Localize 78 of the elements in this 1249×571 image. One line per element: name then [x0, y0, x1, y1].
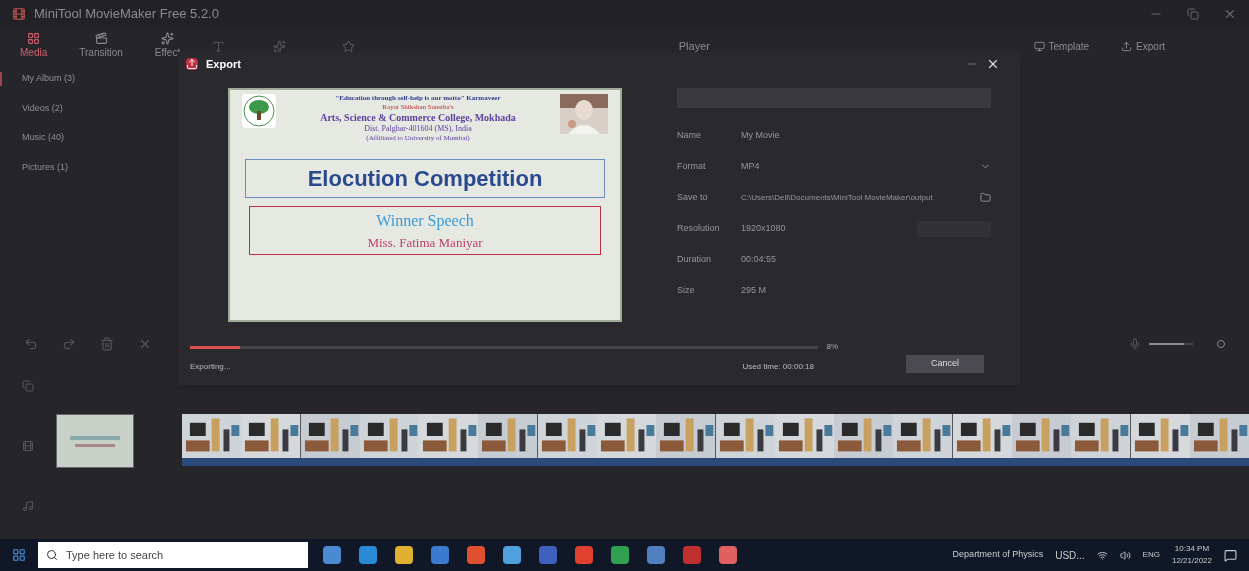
taskbar-app-icon[interactable]	[539, 546, 557, 564]
text-icon[interactable]	[212, 39, 226, 53]
mic-icon	[1129, 338, 1141, 350]
split-icon[interactable]	[138, 337, 152, 351]
field-label: Format	[677, 159, 707, 173]
monitor-icon	[1033, 40, 1045, 52]
college-name: Arts, Science & Commerce College, Mokhada	[320, 111, 516, 124]
wifi-icon[interactable]	[1096, 549, 1108, 561]
volume-icon[interactable]	[1119, 549, 1131, 561]
address-text: Dist. Palghar-401604 (MS), India	[364, 124, 472, 134]
clock-time: 10:34 PM	[1174, 543, 1210, 555]
field-value: My Movie	[741, 128, 781, 142]
progress-percent: 8%	[826, 341, 838, 353]
subtitle-text: Winner Speech	[376, 210, 474, 232]
title-clip[interactable]	[56, 414, 134, 468]
save-path[interactable]: C:\Users\Dell\Documents\MiniTool MovieMaker\output	[741, 191, 976, 204]
dialog-title: Export	[206, 56, 241, 72]
maximize-icon[interactable]	[1187, 8, 1199, 20]
field-value: 295 M	[741, 283, 767, 297]
music-track-icon	[22, 500, 34, 512]
taskbar-app-icon[interactable]	[323, 546, 341, 564]
taskbar-app-icon[interactable]	[503, 546, 521, 564]
field-label: Duration	[677, 252, 713, 266]
export-button[interactable]: Export	[1121, 38, 1165, 54]
export-logo-icon	[186, 58, 198, 70]
location-label: Department of Physics	[952, 548, 1044, 562]
field-value: 00:04:55	[741, 252, 778, 266]
start-icon[interactable]	[12, 548, 26, 562]
taskbar-app-icon[interactable]	[575, 546, 593, 564]
upload-icon	[1121, 40, 1133, 52]
sparkle-icon[interactable]	[273, 39, 287, 53]
tree-logo-icon	[242, 94, 276, 128]
folder-icon[interactable]	[980, 192, 991, 203]
app-logo-icon	[12, 7, 26, 21]
library-item[interactable]: Videos (2)	[0, 101, 178, 115]
field-label: Resolution	[677, 221, 721, 235]
tab-icon	[27, 32, 41, 45]
taskbar-app-icon[interactable]	[359, 546, 377, 564]
delete-icon[interactable]	[100, 337, 114, 351]
search-icon	[46, 549, 58, 561]
close-icon[interactable]	[986, 57, 1000, 71]
star-icon[interactable]	[342, 39, 356, 53]
window-title: MiniTool MovieMaker Free 5.2.0	[34, 5, 219, 24]
taskbar-app-icon[interactable]	[647, 546, 665, 564]
field-value: 1920x1080	[741, 221, 787, 235]
tab-icon	[161, 32, 174, 45]
taskbar-app-icon[interactable]	[683, 546, 701, 564]
tab-icon	[94, 32, 108, 45]
video-track-icon	[22, 440, 34, 452]
notification-icon[interactable]	[1224, 548, 1237, 562]
field-label: Size	[677, 283, 696, 297]
video-clip[interactable]	[182, 414, 1249, 458]
taskbar-app-icon[interactable]	[611, 546, 629, 564]
taskbar-app-icon[interactable]	[395, 546, 413, 564]
player-title: Player	[678, 38, 710, 54]
field-label: Save to	[677, 190, 709, 204]
toolbar-tab[interactable]: Media	[20, 32, 48, 60]
status-text: Exporting...	[190, 361, 231, 373]
used-time: Used time: 00:00:18	[742, 361, 814, 373]
library-item[interactable]: Pictures (1)	[0, 160, 178, 174]
heading-text: Elocution Competition	[307, 164, 543, 193]
winner-name: Miss. Fatima Maniyar	[367, 233, 483, 252]
redo-icon[interactable]	[62, 337, 76, 351]
taskbar-app-icon[interactable]	[431, 546, 449, 564]
cancel-button[interactable]: Cancel	[906, 355, 984, 373]
taskbar-app-icon[interactable]	[719, 546, 737, 564]
template-button[interactable]: Template	[1033, 38, 1090, 54]
undo-icon[interactable]	[24, 337, 38, 351]
currency-label: USD...	[1055, 548, 1085, 563]
field-label: Name	[677, 128, 702, 142]
layer-icon[interactable]	[22, 380, 34, 392]
search-field[interactable]: Type here to search	[38, 542, 308, 568]
toolbar-tab[interactable]: Transition	[79, 32, 123, 60]
taskbar-app-icon[interactable]	[467, 546, 485, 564]
format-select[interactable]: MP4	[741, 159, 991, 174]
clock-date: 12/21/2022	[1171, 555, 1212, 567]
library-item[interactable]: Music (40)	[0, 131, 178, 145]
language-label[interactable]: ENG	[1142, 549, 1160, 561]
